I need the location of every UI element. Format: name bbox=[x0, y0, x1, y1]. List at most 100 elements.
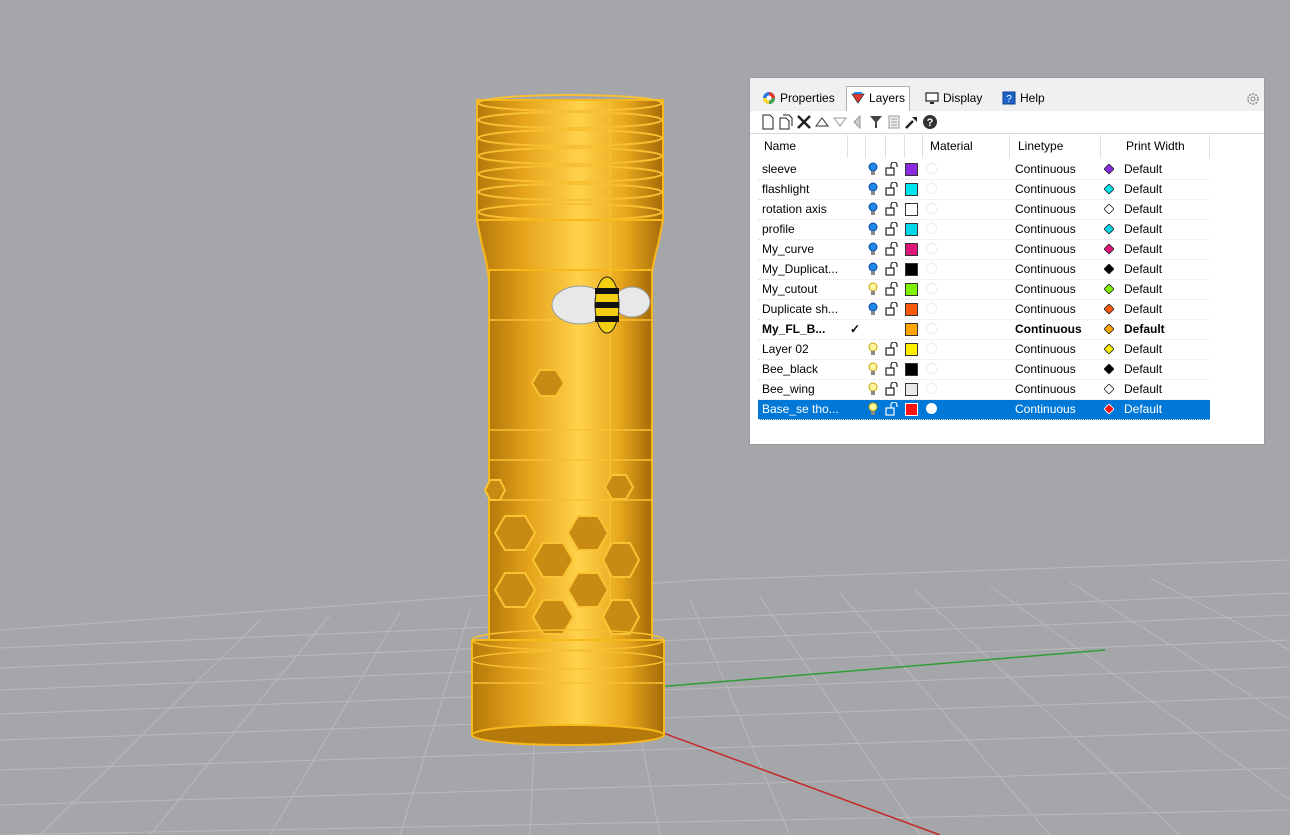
layer-linetype[interactable]: Continuous bbox=[1015, 380, 1076, 399]
move-up-icon[interactable] bbox=[814, 114, 830, 130]
material-swatch[interactable] bbox=[926, 363, 937, 374]
layer-row[interactable]: Bee_wing Continuous Default bbox=[758, 380, 1210, 400]
material-swatch[interactable] bbox=[926, 203, 937, 214]
filter-icon[interactable] bbox=[868, 114, 884, 130]
layer-color-swatch[interactable] bbox=[905, 203, 918, 216]
layer-color-swatch[interactable] bbox=[905, 343, 918, 356]
column-header-material[interactable]: Material bbox=[930, 135, 973, 158]
tools-icon[interactable] bbox=[904, 114, 920, 130]
material-swatch[interactable] bbox=[926, 263, 937, 274]
layer-row[interactable]: My_Duplicat... Continuous Default bbox=[758, 260, 1210, 280]
layer-color-swatch[interactable] bbox=[905, 183, 918, 196]
flashlight-model[interactable] bbox=[471, 94, 665, 746]
unlocked-icon[interactable] bbox=[885, 282, 898, 296]
unlocked-icon[interactable] bbox=[885, 222, 898, 236]
layer-name[interactable]: Layer 02 bbox=[762, 340, 848, 359]
layer-name[interactable]: rotation axis bbox=[762, 200, 848, 219]
material-swatch[interactable] bbox=[926, 163, 937, 174]
delete-icon[interactable] bbox=[796, 114, 812, 130]
layer-linetype[interactable]: Continuous bbox=[1015, 200, 1076, 219]
layer-linetype[interactable]: Continuous bbox=[1015, 400, 1076, 419]
visibility-bulb-icon[interactable] bbox=[868, 402, 878, 416]
layer-linetype[interactable]: Continuous bbox=[1015, 220, 1076, 239]
layer-linetype[interactable]: Continuous bbox=[1015, 280, 1076, 299]
print-color-diamond-icon[interactable] bbox=[1104, 244, 1114, 254]
layer-linetype[interactable]: Continuous bbox=[1015, 300, 1076, 319]
visibility-bulb-icon[interactable] bbox=[868, 342, 878, 356]
visibility-bulb-icon[interactable] bbox=[868, 302, 878, 316]
layer-row[interactable]: rotation axis Continuous Default bbox=[758, 200, 1210, 220]
print-color-diamond-icon[interactable] bbox=[1104, 344, 1114, 354]
layer-color-swatch[interactable] bbox=[905, 323, 918, 336]
layer-linetype[interactable]: Continuous bbox=[1015, 240, 1076, 259]
layer-name[interactable]: My_curve bbox=[762, 240, 848, 259]
unlocked-icon[interactable] bbox=[885, 402, 898, 416]
layer-row[interactable]: Duplicate sh... Continuous Default bbox=[758, 300, 1210, 320]
layer-print-width[interactable]: Default bbox=[1124, 260, 1162, 279]
layer-name[interactable]: My_cutout bbox=[762, 280, 848, 299]
material-swatch[interactable] bbox=[926, 223, 937, 234]
layer-print-width[interactable]: Default bbox=[1124, 320, 1165, 339]
print-color-diamond-icon[interactable] bbox=[1104, 204, 1114, 214]
layer-linetype[interactable]: Continuous bbox=[1015, 260, 1076, 279]
layer-row[interactable]: sleeve Continuous Default bbox=[758, 160, 1210, 180]
print-color-diamond-icon[interactable] bbox=[1104, 364, 1114, 374]
layer-name[interactable]: Base_se tho... bbox=[762, 400, 848, 419]
unlocked-icon[interactable] bbox=[885, 242, 898, 256]
layer-row[interactable]: My_FL_B... ✓ Continuous Default bbox=[758, 320, 1210, 340]
layer-linetype[interactable]: Continuous bbox=[1015, 180, 1076, 199]
layer-color-swatch[interactable] bbox=[905, 263, 918, 276]
unlocked-icon[interactable] bbox=[885, 382, 898, 396]
print-color-diamond-icon[interactable] bbox=[1104, 164, 1114, 174]
layer-print-width[interactable]: Default bbox=[1124, 280, 1162, 299]
layer-row[interactable]: My_curve Continuous Default bbox=[758, 240, 1210, 260]
print-color-diamond-icon[interactable] bbox=[1104, 224, 1114, 234]
layer-linetype[interactable]: Continuous bbox=[1015, 340, 1076, 359]
layer-print-width[interactable]: Default bbox=[1124, 220, 1162, 239]
layer-color-swatch[interactable] bbox=[905, 283, 918, 296]
layer-color-swatch[interactable] bbox=[905, 403, 918, 416]
print-color-diamond-icon[interactable] bbox=[1104, 264, 1114, 274]
layer-name[interactable]: profile bbox=[762, 220, 848, 239]
tab-layers[interactable]: Layers bbox=[846, 86, 911, 111]
layer-color-swatch[interactable] bbox=[905, 243, 918, 256]
visibility-bulb-icon[interactable] bbox=[868, 162, 878, 176]
new-layer-icon[interactable] bbox=[760, 114, 776, 130]
layer-name[interactable]: My_Duplicat... bbox=[762, 260, 848, 279]
layer-color-swatch[interactable] bbox=[905, 303, 918, 316]
move-out-icon[interactable] bbox=[850, 114, 866, 130]
layer-print-width[interactable]: Default bbox=[1124, 200, 1162, 219]
unlocked-icon[interactable] bbox=[885, 182, 898, 196]
print-color-diamond-icon[interactable] bbox=[1104, 304, 1114, 314]
layer-color-swatch[interactable] bbox=[905, 163, 918, 176]
layer-row[interactable]: Base_se tho... Continuous Default bbox=[758, 400, 1210, 420]
layer-print-width[interactable]: Default bbox=[1124, 340, 1162, 359]
unlocked-icon[interactable] bbox=[885, 362, 898, 376]
visibility-bulb-icon[interactable] bbox=[868, 262, 878, 276]
visibility-bulb-icon[interactable] bbox=[868, 182, 878, 196]
layer-color-swatch[interactable] bbox=[905, 363, 918, 376]
visibility-bulb-icon[interactable] bbox=[868, 282, 878, 296]
material-swatch[interactable] bbox=[926, 183, 937, 194]
tab-properties[interactable]: Properties bbox=[758, 87, 839, 109]
print-color-diamond-icon[interactable] bbox=[1104, 284, 1114, 294]
layer-linetype[interactable]: Continuous bbox=[1015, 360, 1076, 379]
print-color-diamond-icon[interactable] bbox=[1104, 324, 1114, 334]
material-swatch[interactable] bbox=[926, 383, 937, 394]
layer-print-width[interactable]: Default bbox=[1124, 300, 1162, 319]
tab-help[interactable]: ? Help bbox=[998, 87, 1049, 109]
unlocked-icon[interactable] bbox=[885, 262, 898, 276]
material-swatch[interactable] bbox=[926, 243, 937, 254]
visibility-bulb-icon[interactable] bbox=[868, 382, 878, 396]
visibility-bulb-icon[interactable] bbox=[868, 202, 878, 216]
layer-color-swatch[interactable] bbox=[905, 223, 918, 236]
unlocked-icon[interactable] bbox=[885, 162, 898, 176]
layer-name[interactable]: My_FL_B... bbox=[762, 320, 848, 339]
column-header-linetype[interactable]: Linetype bbox=[1018, 135, 1063, 158]
column-header-print-width[interactable]: Print Width bbox=[1126, 135, 1185, 158]
print-color-diamond-icon[interactable] bbox=[1104, 404, 1114, 414]
material-swatch[interactable] bbox=[926, 283, 937, 294]
layer-name[interactable]: Bee_black bbox=[762, 360, 848, 379]
layer-print-width[interactable]: Default bbox=[1124, 180, 1162, 199]
move-down-icon[interactable] bbox=[832, 114, 848, 130]
